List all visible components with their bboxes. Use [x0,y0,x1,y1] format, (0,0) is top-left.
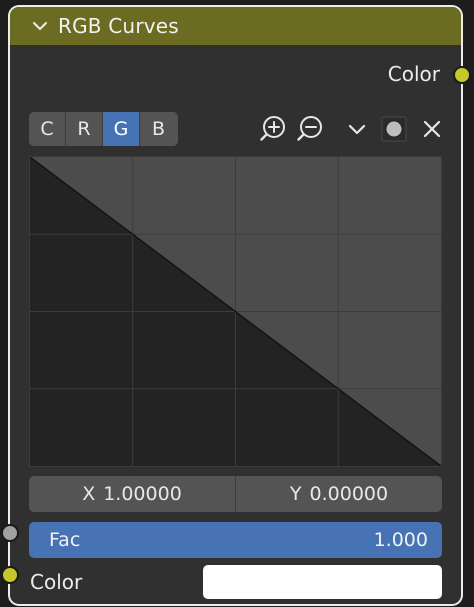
curve-graph[interactable] [30,157,441,466]
channel-b-button[interactable]: B [140,112,177,146]
zoom-out-icon[interactable] [296,114,326,144]
point-x-field[interactable]: X 1.00000 [29,476,236,512]
output-color-row: Color [10,60,461,90]
input-color-row: Color [10,565,461,601]
point-y-label: Y [289,483,302,505]
chevron-down-icon[interactable] [342,114,372,144]
node-header[interactable]: RGB Curves [10,7,461,45]
fac-socket[interactable] [1,524,19,542]
fac-label: Fac [49,529,81,551]
input-color-label: Color [30,570,83,594]
close-icon[interactable] [417,114,447,144]
point-coordinates: X 1.00000 Y 0.00000 [29,476,442,512]
fac-slider[interactable]: Fac 1.000 [29,522,442,558]
point-y-value: 0.00000 [309,483,389,505]
channel-c-button[interactable]: C [29,112,66,146]
zoom-in-icon[interactable] [259,114,289,144]
output-color-label: Color [387,62,440,86]
input-color-socket[interactable] [1,566,19,584]
channel-g-button[interactable]: G [103,112,140,146]
channel-selector: C R G B [29,112,178,146]
point-x-label: X [82,483,96,505]
node-title: RGB Curves [58,14,179,38]
channel-r-button[interactable]: R [66,112,103,146]
color-swatch[interactable] [203,565,442,599]
output-color-socket[interactable] [453,66,471,84]
point-y-field[interactable]: Y 0.00000 [236,476,442,512]
record-icon[interactable] [379,114,409,144]
curve-editor[interactable] [29,156,442,467]
fac-value: 1.000 [373,529,428,551]
curve-toolbar: C R G B [29,110,442,148]
rgb-curves-node[interactable]: RGB Curves Color C R G B X 1.00000 Y 0.0… [10,7,461,604]
chevron-down-icon[interactable] [30,16,50,36]
point-x-value: 1.00000 [103,483,182,505]
